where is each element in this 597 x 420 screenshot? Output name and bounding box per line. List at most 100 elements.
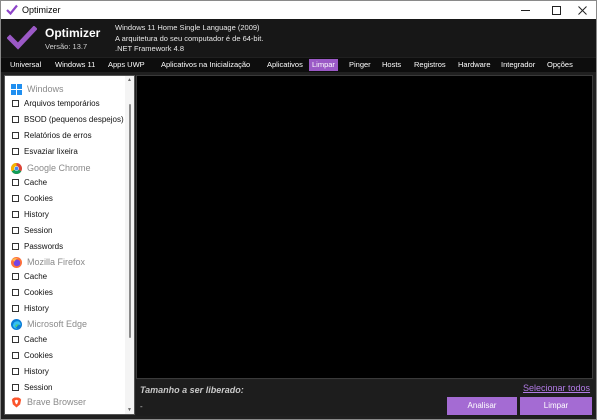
option-edge-session[interactable]: Session	[12, 381, 52, 393]
list-scrollbar[interactable]: ▲ ▼	[125, 76, 134, 414]
group-label: Brave Browser	[27, 397, 87, 407]
option-edge-history[interactable]: History	[12, 365, 49, 377]
title-bar: Optimizer	[1, 1, 596, 19]
windows-icon	[11, 83, 22, 95]
minimize-icon	[520, 9, 530, 11]
option-label: Esvaziar lixeira	[24, 146, 78, 156]
tab-hosts[interactable]: Hosts	[379, 59, 404, 71]
option-label: Cache	[24, 334, 48, 344]
option-chrome-session[interactable]: Session	[12, 224, 52, 236]
option-firefox-history[interactable]: History	[12, 302, 49, 314]
select-all-link[interactable]: Selecionar todos	[523, 383, 590, 393]
option-label: Cache	[24, 271, 48, 281]
tab-clean[interactable]: Limpar	[309, 59, 338, 71]
scroll-up-icon[interactable]: ▲	[126, 77, 133, 83]
minimize-button[interactable]	[511, 1, 539, 19]
option-error-reports[interactable]: Relatórios de erros	[12, 129, 92, 141]
checkbox[interactable]	[12, 351, 19, 359]
checkbox[interactable]	[12, 288, 19, 296]
option-chrome-history[interactable]: History	[12, 208, 49, 220]
option-firefox-cache[interactable]: Cache	[12, 270, 47, 282]
tab-universal[interactable]: Universal	[7, 59, 44, 71]
option-chrome-passwords[interactable]: Passwords	[12, 240, 63, 252]
window-title: Optimizer	[22, 5, 61, 15]
option-edge-cache[interactable]: Cache	[12, 333, 47, 345]
os-info: Windows 11 Home Single Language (2009)	[115, 23, 260, 32]
option-label: History	[24, 209, 49, 219]
group-label: Google Chrome	[27, 163, 91, 173]
arch-info: A arquitetura do seu computador é de 64-…	[115, 33, 264, 43]
checkbox[interactable]	[12, 226, 19, 234]
edge-icon	[11, 318, 22, 330]
cleanup-options-list: Windows Arquivos temporários BSOD (peque…	[4, 75, 135, 415]
option-temp-files[interactable]: Arquivos temporários	[12, 97, 100, 109]
group-label: Windows	[27, 84, 64, 94]
tab-pinger[interactable]: Pinger	[346, 59, 374, 71]
maximize-button[interactable]	[542, 1, 570, 19]
checkbox[interactable]	[12, 304, 19, 312]
checkbox[interactable]	[12, 147, 19, 155]
app-check-icon	[6, 4, 18, 15]
checkbox[interactable]	[12, 178, 19, 186]
checkbox[interactable]	[12, 115, 19, 123]
cleanup-results-area	[136, 75, 593, 379]
checkbox[interactable]	[12, 99, 19, 107]
system-info: Windows 11 Home Single Language (2009) A…	[115, 23, 263, 55]
option-label: Arquivos temporários	[24, 98, 100, 108]
close-button[interactable]	[568, 1, 596, 19]
optimizer-window: Optimizer Optimizer Versão: 13.7 Windows…	[0, 0, 597, 420]
tab-startup-apps[interactable]: Aplicativos na Inicialização	[158, 59, 253, 71]
checkbox[interactable]	[12, 194, 19, 202]
checkbox[interactable]	[12, 210, 19, 218]
app-name: Optimizer	[45, 26, 101, 40]
framework-info: .NET Framework 4.8	[115, 44, 185, 53]
option-label: Session	[24, 382, 53, 392]
group-brave: Brave Browser	[11, 395, 86, 409]
bottom-bar: Tamanho a ser liberado: - Selecionar tod…	[136, 380, 595, 416]
brave-icon	[11, 396, 22, 408]
app-header: Optimizer Versão: 13.7 Windows 11 Home S…	[1, 19, 596, 57]
group-firefox: Mozilla Firefox	[11, 255, 85, 269]
tab-windows-11[interactable]: Windows 11	[52, 59, 98, 71]
option-label: History	[24, 366, 49, 376]
checkbox[interactable]	[12, 131, 19, 139]
checkbox[interactable]	[12, 335, 19, 343]
tab-options[interactable]: Opções	[544, 59, 576, 71]
option-bsod[interactable]: BSOD (pequenos despejos)	[12, 113, 124, 125]
checkbox[interactable]	[12, 383, 19, 391]
option-label: History	[24, 303, 49, 313]
option-label: Cookies	[24, 350, 53, 360]
option-label: Session	[24, 225, 53, 235]
option-chrome-cookies[interactable]: Cookies	[12, 192, 53, 204]
close-icon	[577, 5, 587, 15]
size-to-free-label: Tamanho a ser liberado:	[140, 385, 244, 395]
scroll-down-icon[interactable]: ▼	[126, 407, 133, 413]
option-empty-recycle-bin[interactable]: Esvaziar lixeira	[12, 145, 78, 157]
group-windows: Windows	[11, 82, 64, 96]
group-label: Microsoft Edge	[27, 319, 88, 329]
option-firefox-cookies[interactable]: Cookies	[12, 286, 53, 298]
analyze-button[interactable]: Analisar	[447, 397, 517, 415]
tab-hardware[interactable]: Hardware	[455, 59, 494, 71]
firefox-icon	[11, 256, 22, 268]
option-label: Cookies	[24, 193, 53, 203]
option-chrome-cache[interactable]: Cache	[12, 176, 47, 188]
tab-bar: Universal Windows 11 Apps UWP Aplicativo…	[1, 58, 596, 72]
logo-check-icon	[7, 26, 37, 50]
tab-apps-uwp[interactable]: Apps UWP	[105, 59, 148, 71]
checkbox[interactable]	[12, 367, 19, 375]
checkbox[interactable]	[12, 272, 19, 280]
option-edge-cookies[interactable]: Cookies	[12, 349, 53, 361]
checkbox[interactable]	[12, 242, 19, 250]
size-to-free-value: -	[140, 402, 143, 411]
chrome-icon	[11, 162, 22, 174]
app-version: Versão: 13.7	[45, 42, 88, 51]
tab-integrator[interactable]: Integrador	[498, 59, 538, 71]
scroll-thumb[interactable]	[129, 104, 131, 338]
option-label: Cache	[24, 177, 48, 187]
clean-button[interactable]: Limpar	[520, 397, 592, 415]
tab-apps[interactable]: Aplicativos	[264, 59, 306, 71]
tab-registry[interactable]: Registros	[411, 59, 449, 71]
group-label: Mozilla Firefox	[27, 257, 86, 267]
option-label: Cookies	[24, 287, 53, 297]
